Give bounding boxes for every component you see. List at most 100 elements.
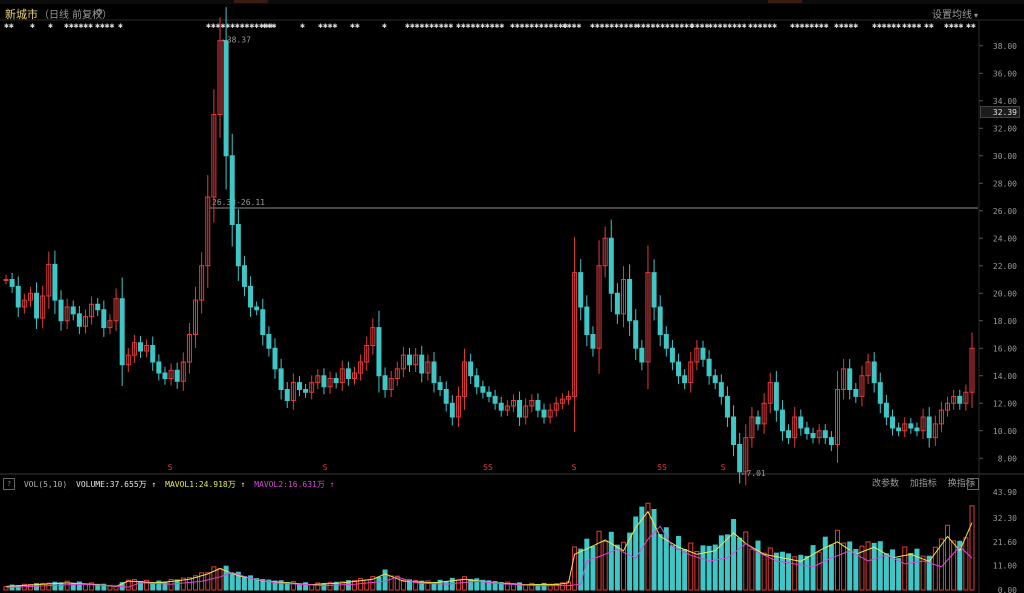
volume-bar[interactable] [443,581,449,591]
volume-bar[interactable] [951,540,957,591]
volume-bar[interactable] [669,545,675,591]
candle-body[interactable] [278,368,284,390]
candle-body[interactable] [755,416,761,425]
volume-bar[interactable] [792,556,798,591]
candle-body[interactable] [584,306,590,335]
candle-body[interactable] [669,347,675,363]
volume-bar[interactable] [871,542,877,591]
volume-bar[interactable] [217,568,223,591]
volume-bar[interactable] [174,579,180,591]
volume-bar[interactable] [682,548,688,591]
candle-body[interactable] [492,395,498,404]
volume-bar[interactable] [58,582,64,591]
volume-bar[interactable] [755,540,761,591]
volume-bar[interactable] [902,546,908,591]
candle-body[interactable] [890,416,896,429]
candle-body[interactable] [926,416,932,439]
edit-params-button[interactable]: 改参数 [872,479,899,489]
volume-bar[interactable] [150,582,156,591]
volume-bar[interactable] [455,579,461,591]
candle-body[interactable] [682,375,688,384]
candle-body[interactable] [431,361,437,384]
volume-bar[interactable] [767,547,773,591]
candle-body[interactable] [627,279,633,322]
candle-body[interactable] [284,389,290,401]
candle-body[interactable] [321,375,327,388]
volume-bar[interactable] [883,553,889,591]
candle-body[interactable] [773,382,779,411]
candle-body[interactable] [486,391,492,397]
volume-bar[interactable] [523,584,529,591]
candle-body[interactable] [639,347,645,363]
volume-bar[interactable] [205,572,211,591]
volume-bar[interactable] [376,576,382,591]
volume-bar[interactable] [388,575,394,591]
candle-body[interactable] [822,430,828,439]
volume-bar[interactable] [877,541,883,591]
volume-bar[interactable] [468,578,474,591]
volume-bar[interactable] [712,544,718,591]
candle-body[interactable] [70,306,76,315]
candle-body[interactable] [737,444,743,473]
volume-bar[interactable] [841,542,847,591]
candle-body[interactable] [498,402,504,411]
volume-bar[interactable] [162,581,168,591]
candle-body[interactable] [76,313,82,327]
volume-bar[interactable] [382,569,388,591]
candle-body[interactable] [101,309,107,329]
candle-body[interactable] [590,334,596,349]
volume-bar[interactable] [657,534,663,591]
candle-body[interactable] [779,409,785,432]
candle-body[interactable] [517,400,523,418]
candle-body[interactable] [468,361,474,377]
candle-body[interactable] [9,279,15,287]
candle-body[interactable] [52,263,58,301]
volume-bar[interactable] [645,502,651,591]
volume-bar[interactable] [737,537,743,591]
volume-bar[interactable] [804,555,810,591]
volume-bar[interactable] [229,573,235,591]
volume-bar[interactable] [969,505,975,591]
candle-body[interactable] [663,334,669,349]
volume-bar[interactable] [602,541,608,591]
candle-body[interactable] [657,306,663,335]
candle-body[interactable] [174,369,180,382]
candle-body[interactable] [95,303,101,311]
candle-body[interactable] [914,427,920,432]
candle-body[interactable] [3,279,9,281]
candle-body[interactable] [651,272,657,308]
help-icon[interactable]: ? [3,478,15,490]
candle-body[interactable] [541,409,547,418]
volume-bar[interactable] [963,537,969,591]
candle-body[interactable] [731,416,737,445]
candle-body[interactable] [376,327,382,377]
volume-bar[interactable] [816,551,822,591]
close-icon[interactable]: ✕ [967,478,979,490]
volume-bar[interactable] [351,580,357,591]
candle-body[interactable] [896,427,902,432]
volume-bar[interactable] [945,524,951,591]
volume-bar[interactable] [608,531,614,591]
candle-body[interactable] [223,40,229,157]
candle-body[interactable] [883,402,889,418]
candle-body[interactable] [407,354,413,366]
candle-body[interactable] [119,298,125,366]
volume-bar[interactable] [400,579,406,591]
add-indicator-button[interactable]: 加指标 [910,479,937,489]
candle-body[interactable] [156,361,162,374]
candle-body[interactable] [138,342,144,352]
volume-bar[interactable] [676,535,682,591]
candle-body[interactable] [303,389,309,393]
candle-body[interactable] [706,358,712,377]
event-marker[interactable]: SS [657,463,667,472]
candle-body[interactable] [333,378,339,384]
candle-body[interactable] [229,155,235,225]
volume-bar[interactable] [761,552,767,591]
volume-bar[interactable] [364,579,370,591]
candle-body[interactable] [437,382,443,390]
volume-bar[interactable] [596,530,602,591]
candle-body[interactable] [241,265,247,287]
candle-body[interactable] [724,395,730,418]
volume-bar[interactable] [462,576,468,591]
candle-body[interactable] [633,320,639,349]
